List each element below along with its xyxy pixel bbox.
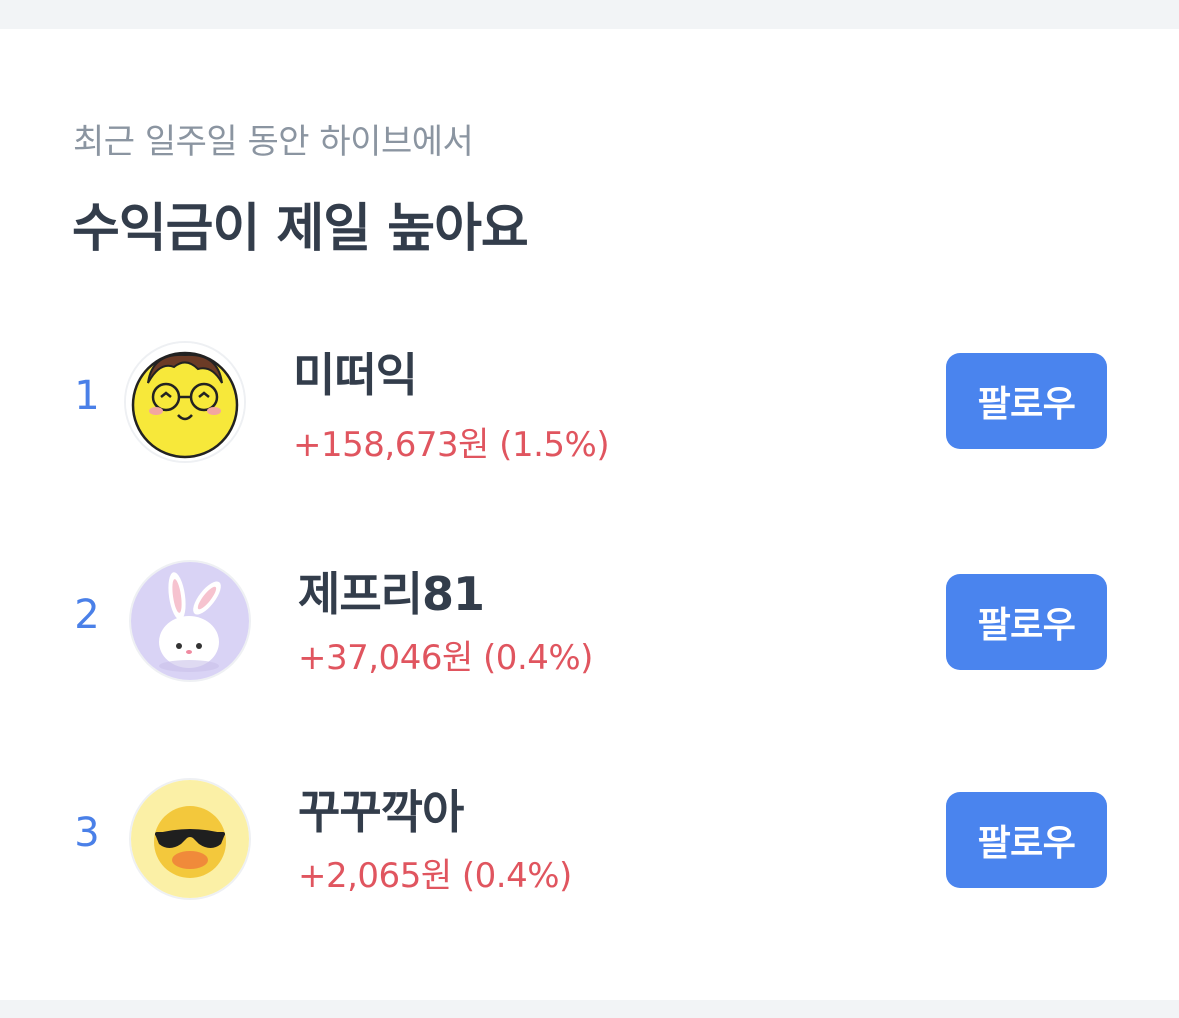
rank-number: 1 bbox=[74, 373, 100, 419]
bunny-icon[interactable] bbox=[131, 562, 249, 680]
ranking-row[interactable]: 3 꾸꾸깍아 +2,065원 (0.4%) 팔로우 bbox=[0, 774, 1179, 904]
user-name[interactable]: 제프리81 bbox=[298, 558, 485, 624]
user-name[interactable]: 미떠익 bbox=[293, 339, 418, 405]
rank-number: 3 bbox=[74, 810, 100, 856]
ranking-row[interactable]: 2 제프리81 +37,046원 (0.4%) 팔로우 bbox=[0, 556, 1179, 686]
ranking-row[interactable]: 1 미떠익 +158,673원 (1.5%) 팔로우 bbox=[0, 337, 1179, 467]
bottom-divider bbox=[0, 1000, 1179, 1018]
user-name[interactable]: 꾸꾸깍아 bbox=[298, 776, 464, 842]
follow-button[interactable]: 팔로우 bbox=[946, 353, 1107, 449]
section-title: 수익금이 제일 높아요 bbox=[72, 199, 529, 259]
profit-amount: +158,673원 (1.5%) bbox=[293, 425, 610, 465]
profit-amount: +37,046원 (0.4%) bbox=[298, 638, 593, 678]
sunglasses-duck-icon[interactable] bbox=[131, 780, 249, 898]
top-divider bbox=[0, 0, 1179, 29]
rank-number: 2 bbox=[74, 592, 100, 638]
profit-amount: +2,065원 (0.4%) bbox=[298, 856, 572, 896]
follow-button[interactable]: 팔로우 bbox=[946, 792, 1107, 888]
section-subtitle: 최근 일주일 동안 하이브에서 bbox=[73, 122, 474, 162]
glasses-face-icon[interactable] bbox=[126, 343, 244, 461]
follow-button[interactable]: 팔로우 bbox=[946, 574, 1107, 670]
